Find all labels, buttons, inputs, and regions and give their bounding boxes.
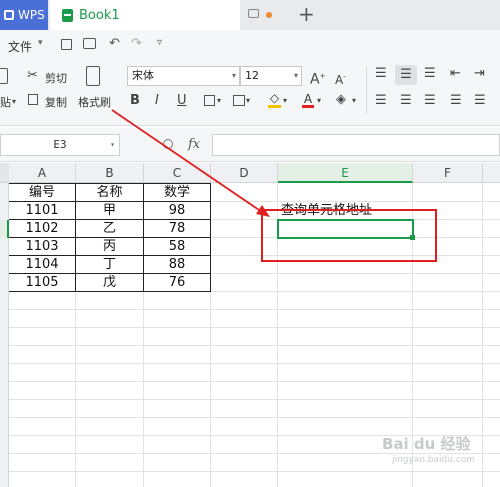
- watermark-url: jingyan.baidu.com: [392, 455, 476, 465]
- fill-color-icon[interactable]: ◇: [268, 92, 281, 108]
- align-top-icon[interactable]: ☰: [375, 66, 387, 82]
- redo-icon[interactable]: ↷: [131, 36, 142, 51]
- font-size-value: 12: [245, 69, 259, 82]
- justify-icon[interactable]: ☰: [450, 93, 462, 109]
- cut-button-label[interactable]: 剪切: [45, 70, 67, 86]
- table-cell[interactable]: 1103: [9, 238, 75, 256]
- align-center-icon[interactable]: ☰: [400, 93, 412, 109]
- eraser-icon[interactable]: ◈: [336, 92, 346, 108]
- table-cell[interactable]: 丙: [76, 238, 143, 256]
- menu-file[interactable]: 文件: [8, 38, 32, 55]
- chevron-down-icon[interactable]: ▾: [38, 38, 43, 48]
- align-right-icon[interactable]: ☰: [424, 93, 436, 109]
- watermark: Bai du 经验 jingyan.baidu.com: [382, 433, 497, 483]
- wps-logo-icon: [4, 10, 14, 20]
- tab-book1-label: Book1: [79, 7, 120, 23]
- copy-icon[interactable]: [28, 94, 38, 105]
- name-box[interactable]: E3 ▾: [0, 134, 120, 156]
- table-cell[interactable]: 乙: [76, 220, 143, 238]
- bold-icon[interactable]: B: [130, 93, 140, 109]
- table-cell[interactable]: 戊: [76, 274, 143, 292]
- save-icon[interactable]: [61, 39, 72, 50]
- increase-font-icon[interactable]: A+: [310, 68, 325, 88]
- watermark-logo: Bai du 经验: [382, 435, 471, 453]
- formula-bar: E3 ▾ fx: [0, 128, 500, 162]
- chevron-down-icon: ▾: [231, 71, 236, 80]
- copy-button-label[interactable]: 复制: [45, 94, 67, 110]
- paste-label[interactable]: 贴: [0, 94, 11, 110]
- fill-color-dropdown-icon[interactable]: ▾: [283, 93, 287, 109]
- distribute-icon[interactable]: ☰: [474, 93, 486, 109]
- table-header-cell[interactable]: 名称: [76, 184, 143, 202]
- underline-icon[interactable]: U: [177, 93, 187, 109]
- scissors-icon[interactable]: ✂: [27, 68, 38, 84]
- indent-icon[interactable]: ⇥: [474, 66, 485, 82]
- tab-book1[interactable]: Book1: [50, 0, 272, 30]
- chevron-down-icon: ▾: [293, 71, 298, 80]
- table-cell[interactable]: 1104: [9, 256, 75, 274]
- font-name-value: 宋体: [132, 69, 154, 82]
- table-cell[interactable]: 1105: [9, 274, 75, 292]
- border-dropdown-icon[interactable]: ▾: [217, 93, 221, 109]
- eraser-dropdown-icon[interactable]: ▾: [352, 93, 356, 109]
- table-cell[interactable]: 1101: [9, 202, 75, 220]
- format-painter-label[interactable]: 格式刷: [78, 94, 111, 110]
- paste-dropdown-icon[interactable]: ▾: [12, 94, 16, 110]
- table-cell[interactable]: 丁: [76, 256, 143, 274]
- monitor-icon[interactable]: [248, 9, 259, 18]
- zoom-icon[interactable]: [163, 139, 173, 149]
- tab-wps-label: WPS: [18, 8, 45, 22]
- table-cell[interactable]: 58: [144, 238, 210, 256]
- table-header-cell[interactable]: 编号: [9, 184, 75, 202]
- customize-dropdown-icon[interactable]: ▿: [157, 37, 162, 48]
- align-bottom-icon[interactable]: ☰: [424, 66, 436, 82]
- table-cell[interactable]: 76: [144, 274, 210, 292]
- spreadsheet-doc-icon: [62, 8, 73, 22]
- unsaved-dot-icon: [266, 12, 272, 18]
- table-cell[interactable]: 甲: [76, 202, 143, 220]
- fill-style-icon[interactable]: [233, 95, 245, 106]
- table-cell[interactable]: 1102: [9, 220, 75, 238]
- spreadsheet-grid[interactable]: A B C D E F 编号 名称 数学 1101 甲 98 1102 乙 78…: [0, 163, 500, 487]
- table-cell[interactable]: 78: [144, 220, 210, 238]
- print-icon[interactable]: [83, 38, 96, 49]
- format-painter-icon[interactable]: [86, 66, 100, 86]
- tab-wps[interactable]: WPS: [0, 0, 48, 30]
- ribbon-divider: [366, 66, 367, 114]
- title-bar: WPS Book1 +: [0, 0, 500, 30]
- table-cell[interactable]: 98: [144, 202, 210, 220]
- annotation-highlight-box: [261, 209, 437, 262]
- align-left-icon[interactable]: ☰: [375, 93, 387, 109]
- font-color-dropdown-icon[interactable]: ▾: [317, 93, 321, 109]
- align-middle-icon[interactable]: ☰: [395, 65, 417, 85]
- chevron-down-icon: ▾: [110, 140, 115, 149]
- fx-icon[interactable]: fx: [188, 137, 200, 152]
- menu-bar: 文件 ▾ ↶ ↷ ▿: [0, 30, 500, 60]
- italic-icon[interactable]: I: [155, 93, 159, 109]
- table-header-cell[interactable]: 数学: [144, 184, 210, 202]
- paste-icon[interactable]: [0, 68, 8, 84]
- font-color-icon[interactable]: A: [302, 93, 314, 108]
- font-size-select[interactable]: 12 ▾: [240, 66, 302, 86]
- formula-input[interactable]: [212, 134, 500, 156]
- cell-reference: E3: [53, 138, 67, 151]
- fill-style-dropdown-icon[interactable]: ▾: [246, 93, 250, 109]
- outdent-icon[interactable]: ⇤: [450, 66, 461, 82]
- font-name-select[interactable]: 宋体 ▾: [127, 66, 240, 86]
- undo-icon[interactable]: ↶: [109, 36, 120, 51]
- table-cell[interactable]: 88: [144, 256, 210, 274]
- decrease-font-icon[interactable]: A-: [335, 69, 346, 88]
- border-icon[interactable]: [204, 95, 215, 106]
- new-tab-button[interactable]: +: [298, 2, 315, 26]
- ribbon-toolbar: 贴 ▾ ✂ 剪切 复制 格式刷 宋体 ▾ 12 ▾ A+ A- B I U ▾ …: [0, 60, 500, 126]
